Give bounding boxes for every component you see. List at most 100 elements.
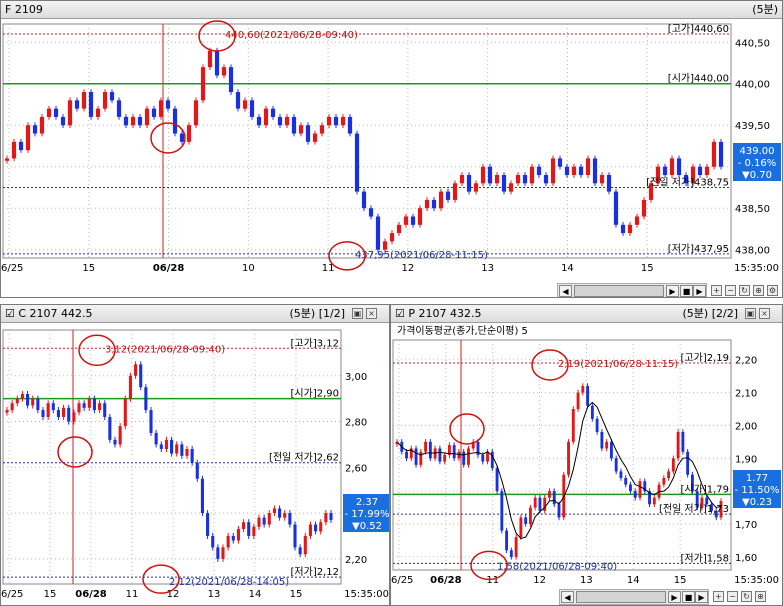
candle-body [108,416,112,440]
candle-body [81,92,87,109]
chart-scrollbar[interactable]: ◀ ▶ ■ ▶ [557,283,707,297]
candle-body [676,432,680,459]
candle-body [564,166,570,176]
candle-body [312,133,318,142]
scroll-left-button[interactable]: ◀ [561,591,574,603]
chart-scrollbar[interactable]: ◀ ▶ ■ ▶ [559,589,709,605]
panel-title-bar[interactable]: ☑ P 2107 432.5 (5분) [2/2] ▣ × [391,305,782,323]
candle-body [576,392,580,409]
candle-body [221,67,227,76]
scroll-thumb[interactable] [576,591,666,603]
close-window-icon[interactable]: × [759,308,770,319]
scroll-right-button[interactable]: ▶ [668,591,681,603]
high-label: [고가]3,12 [291,337,339,349]
candle-body [486,451,489,462]
zoom-out-icon[interactable]: − [727,591,738,602]
candle-body [641,199,647,217]
instrument-name: C 2107 442.5 [18,307,93,320]
close-window-icon[interactable]: × [366,308,377,319]
candle-body [26,394,30,406]
candle-body [252,526,256,536]
current-change-pct: - 17.99% [345,509,389,520]
zoom-reset-icon[interactable]: ↻ [739,285,750,296]
candle-body [424,441,428,452]
candle-body [552,491,556,505]
candle-body [67,407,71,422]
panel-title-bar[interactable]: ☑ C 2107 442.5 (5분) [1/2] ▣ × [1,305,389,323]
open-label: [시가]2,90 [291,388,339,400]
candle-body [557,504,561,518]
candle-body [457,451,461,459]
scroll-thumb[interactable] [574,285,664,297]
page-indicator: [2/2] [711,307,738,320]
prev-low-label: [전일 저가]438,75 [646,176,729,188]
candle-body [634,216,640,225]
interval-label[interactable]: (5분) [2/2] [683,305,739,322]
x-tick-label: 15 [641,263,654,274]
candle-body [567,441,570,475]
play-button[interactable]: ▶ [695,591,708,603]
settings-icon[interactable]: ⚙ [767,285,778,296]
zoom-in-icon[interactable]: + [711,285,722,296]
current-price: 1.77 [746,473,768,484]
panel-title-bar[interactable]: F 2109 (5분) [1,1,782,19]
candle-body [144,108,150,126]
prev-low-label: [전일 저가]2,62 [269,452,339,464]
candle-body [324,513,328,523]
zoom-out-icon[interactable]: − [725,285,736,296]
scroll-left-button[interactable]: ◀ [559,285,572,297]
y-tick-label: 440,00 [735,80,770,91]
candle-body [41,410,45,417]
play-button[interactable]: ▶ [693,285,706,297]
candle-body [445,191,451,200]
candle-body [72,412,76,422]
candle-body [443,455,447,462]
candle-body [109,92,115,101]
stop-button[interactable]: ■ [682,591,695,603]
high-note-label: 3,12(2021/06/28-09:40) [105,344,225,355]
open-label: [시가]1,79 [681,483,729,495]
candle-body [128,375,132,399]
candle-body [277,116,283,126]
zoom-fit-icon[interactable]: ⊕ [755,591,766,602]
restore-window-icon[interactable]: ▣ [352,308,363,319]
candle-body [56,410,60,417]
stop-button[interactable]: ■ [680,285,693,297]
scroll-right-button[interactable]: ▶ [666,285,679,297]
high-note-label: 2,19(2021/06/28-11:15) [558,359,678,370]
y-tick-label: 2,10 [735,389,757,400]
candle-body [60,116,66,126]
call-option-candlestick-chart[interactable]: 3,002,802,602,402,2006/251506/2811121314… [1,322,389,606]
candle-body [396,224,402,234]
candle-body [314,524,318,532]
candle-body [473,183,479,192]
candle-body [590,405,594,419]
x-tick-label: 06/28 [153,263,185,274]
candle-body [606,175,612,192]
candle-body [417,208,423,225]
candle-body [438,191,444,209]
put-option-candlestick-chart[interactable]: 2,202,102,001,901,801,701,6006/2506/2811… [391,322,782,586]
candle-body [459,175,465,184]
candle-body [263,108,269,126]
low-label: [저가]437,95 [668,243,729,255]
y-tick-label: 2,20 [735,356,757,367]
zoom-fit-icon[interactable]: ⊕ [753,285,764,296]
candle-body [180,444,184,456]
candle-body [410,216,416,225]
interval-label[interactable]: (5분) [1/2] [290,305,346,322]
low-label: [저가]1,58 [681,552,729,564]
futures-candlestick-chart[interactable]: 440,50440,00439,50439,00438,50438,0006/2… [1,18,782,280]
candle-body [228,67,234,93]
restore-window-icon[interactable]: ▣ [745,308,756,319]
instrument-title: F 2109 [5,3,43,16]
candle-body [151,108,157,117]
zoom-in-icon[interactable]: + [713,591,724,602]
candle-body [159,444,163,449]
futures-chart-panel: F 2109 (5분) 440,50440,00439,50439,00438,… [0,0,783,298]
candle-body [175,444,179,454]
instrument-title: ☑ P 2107 432.5 [395,307,482,320]
interval-label[interactable]: (5분) [752,1,778,18]
candle-body [382,241,388,250]
zoom-reset-icon[interactable]: ↻ [741,591,752,602]
